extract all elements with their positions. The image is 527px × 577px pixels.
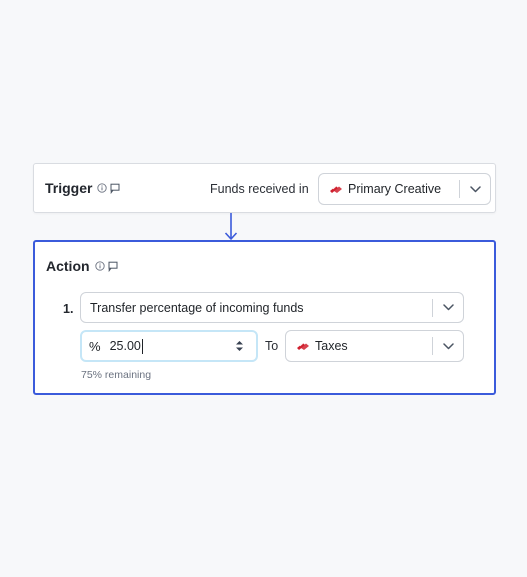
remaining-text: 75% remaining [81,369,152,381]
rule-type-select[interactable]: Transfer percentage of incoming funds [80,292,464,323]
rule-type-text: Transfer percentage of incoming funds [90,300,304,315]
trigger-label: Funds received in [210,182,309,196]
trigger-account-select[interactable]: Primary Creative [318,173,491,205]
chevron-down-icon[interactable] [433,342,463,350]
chevron-down-icon[interactable] [460,185,490,193]
trigger-account-name: Primary Creative [348,182,442,196]
percent-value[interactable]: 25.00 [110,339,141,353]
action-card: Action 1. Transfer percentage of incomin… [33,240,496,395]
percent-symbol: % [89,338,101,354]
destination-select[interactable]: Taxes [285,330,464,362]
comment-icon[interactable] [107,261,118,272]
info-icon[interactable] [97,183,108,193]
trigger-title: Trigger [45,180,93,196]
action-title: Action [46,258,90,274]
bank-flag-icon [297,342,309,350]
text-caret [141,338,143,354]
action-title-row: Action [46,258,118,274]
destination-name: Taxes [315,339,348,353]
trigger-card: Trigger Funds received in Primary Creati… [33,163,496,213]
comment-icon[interactable] [109,183,120,194]
arrow-down-icon [224,213,238,241]
chevron-down-icon[interactable] [433,304,463,311]
step-number: 1. [63,302,74,316]
stepper-icon[interactable] [235,339,244,358]
to-label: To [265,339,279,353]
trigger-title-row: Trigger [45,180,120,196]
percent-input[interactable]: % 25.00 [80,330,258,362]
bank-flag-icon [330,185,342,193]
info-icon[interactable] [94,261,105,271]
